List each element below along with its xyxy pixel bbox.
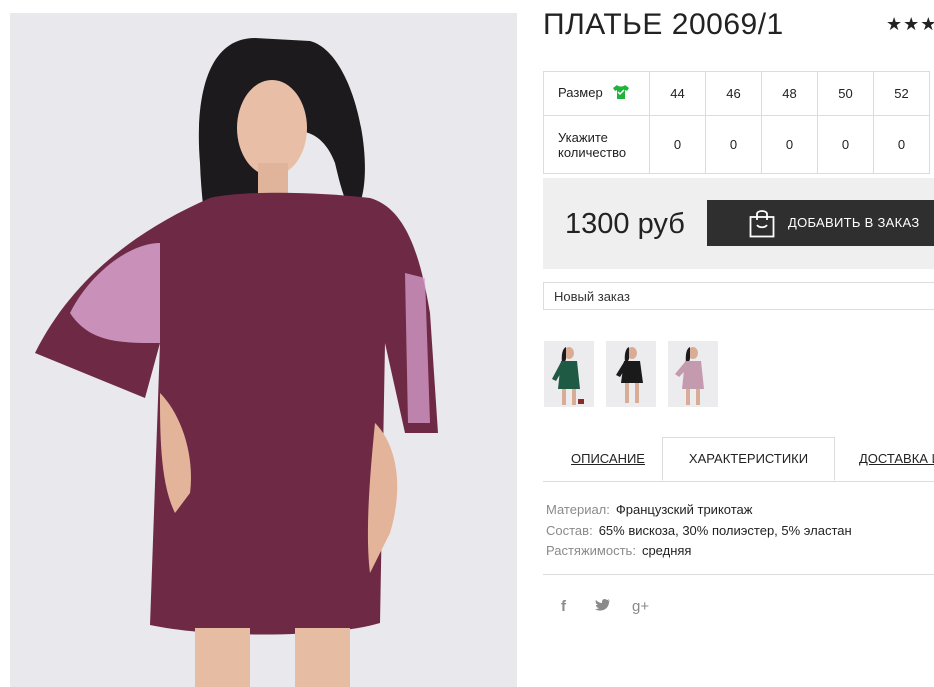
characteristic-key: Растяжимость: [546, 543, 636, 558]
characteristic-value: Французский трикотаж [615, 502, 753, 517]
order-select[interactable]: Новый заказ [543, 282, 934, 310]
quantity-input-46[interactable]: 0 [705, 115, 762, 174]
divider [543, 574, 934, 575]
size-cell: 50 [817, 71, 874, 116]
characteristic-value: 65% вискоза, 30% полиэстер, 5% эластан [598, 522, 852, 538]
quantity-input-50[interactable]: 0 [817, 115, 874, 174]
google-plus-icon[interactable]: g+ [632, 598, 649, 615]
thumbnail-plum-dress[interactable] [668, 341, 718, 407]
quantity-label-line1: Укажите [558, 129, 608, 145]
quantity-input-52[interactable]: 0 [873, 115, 930, 174]
quantity-input-48[interactable]: 0 [761, 115, 818, 174]
characteristic-row: Растяжимость: средняя [546, 541, 852, 562]
characteristic-row: Состав: 65% вискоза, 30% полиэстер, 5% эл… [546, 521, 852, 542]
characteristic-row: Материал: Французский трикотаж [546, 500, 852, 521]
size-cell: 44 [649, 71, 706, 116]
characteristic-value: средняя [641, 543, 692, 558]
twitter-icon[interactable] [595, 598, 611, 616]
quantity-label-cell: Укажите количество [543, 115, 650, 174]
add-to-order-label: ДОБАВИТЬ В ЗАКАЗ [788, 215, 920, 230]
size-table: Размер 44 46 48 50 52 Укажите количество… [543, 71, 930, 174]
tab-description[interactable]: ОПИСАНИЕ [571, 437, 645, 481]
product-tabs: ОПИСАНИЕ ХАРАКТЕРИСТИКИ ДОСТАВКА И [543, 437, 934, 482]
rating-stars[interactable]: ★★★ [886, 14, 934, 35]
characteristics-list: Материал: Французский трикотаж Состав: 65%… [546, 500, 852, 562]
size-cell: 46 [705, 71, 762, 116]
thumbnail-green-dress[interactable] [544, 341, 594, 407]
characteristic-key: Состав: [546, 522, 593, 538]
price-bar: 1300 руб ДОБАВИТЬ В ЗАКАЗ [543, 178, 934, 269]
product-price: 1300 руб [565, 208, 685, 240]
thumbnail-black-dress[interactable] [606, 341, 656, 407]
product-title: ПЛАТЬЕ 20069/1 [543, 8, 784, 41]
shopping-bag-icon [749, 208, 775, 241]
add-to-order-button[interactable]: ДОБАВИТЬ В ЗАКАЗ [707, 200, 934, 246]
characteristic-key: Материал: [546, 502, 610, 517]
quantity-input-44[interactable]: 0 [649, 115, 706, 174]
tab-delivery[interactable]: ДОСТАВКА И [859, 437, 934, 481]
size-cell: 52 [873, 71, 930, 116]
tab-characteristics[interactable]: ХАРАКТЕРИСТИКИ [662, 437, 835, 481]
size-label: Размер [558, 84, 603, 100]
product-main-image[interactable] [10, 13, 517, 687]
quantity-label-line2: количество [558, 144, 627, 160]
size-cell: 48 [761, 71, 818, 116]
size-chart-shirt-icon[interactable] [612, 84, 630, 103]
facebook-icon[interactable]: f [561, 598, 566, 615]
size-label-cell: Размер [543, 71, 650, 116]
